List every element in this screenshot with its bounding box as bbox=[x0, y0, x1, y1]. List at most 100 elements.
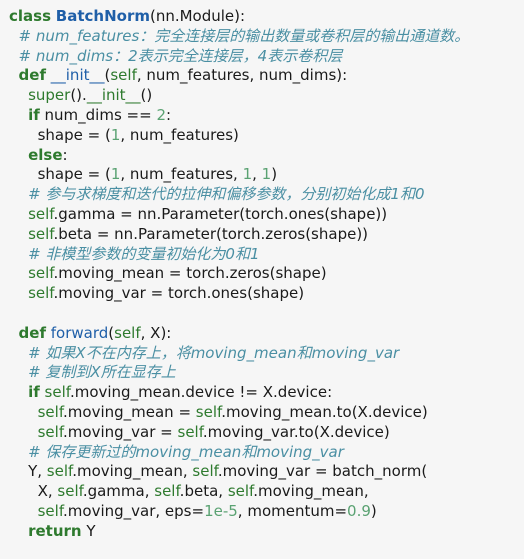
code-line: X, self.gamma, self.beta, self.moving_me… bbox=[0, 482, 524, 502]
code-line: if num_dims == 2: bbox=[0, 106, 524, 126]
code-builtin: self bbox=[57, 482, 83, 501]
code-text: .moving_mean.device != X.device: bbox=[69, 383, 333, 402]
code-line: self.moving_var, eps=1e-5, momentum=0.9) bbox=[0, 502, 524, 522]
code-text: .moving_mean = bbox=[63, 402, 196, 421]
code-text: .moving_var = torch.ones(shape) bbox=[53, 284, 305, 303]
code-line: self.moving_mean = torch.zeros(shape) bbox=[0, 264, 524, 284]
code-line: self.gamma = nn.Parameter(torch.ones(sha… bbox=[0, 205, 524, 225]
code-builtin: super bbox=[28, 86, 71, 105]
code-text: : bbox=[62, 145, 68, 164]
code-comment: # num_dims：2表示完全连接层，4表示卷积层 bbox=[18, 46, 343, 65]
code-line: else: bbox=[0, 146, 524, 166]
code-text: , momentum= bbox=[237, 501, 348, 520]
code-builtin: __init__ bbox=[86, 86, 141, 105]
code-text: , num_features, bbox=[120, 165, 243, 184]
code-comment: # 参与求梯度和迭代的拉伸和偏移参数，分别初始化成1和0 bbox=[28, 185, 425, 204]
code-line: shape = (1, num_features, 1, 1) bbox=[0, 165, 524, 185]
code-builtin: self bbox=[177, 422, 203, 441]
code-text: , num_features, num_dims): bbox=[136, 66, 348, 85]
code-builtin: self bbox=[192, 462, 218, 481]
code-builtin: self bbox=[28, 264, 54, 283]
code-builtin: self bbox=[44, 383, 70, 402]
code-text: num_dims == bbox=[39, 105, 157, 124]
code-text: , num_features) bbox=[120, 125, 239, 144]
code-text: .moving_mean = torch.zeros(shape) bbox=[53, 264, 327, 283]
code-line: # 参与求梯度和迭代的拉伸和偏移参数，分别初始化成1和0 bbox=[0, 185, 524, 205]
code-keyword: if bbox=[28, 383, 40, 402]
code-text: .moving_var = batch_norm( bbox=[217, 462, 428, 481]
code-number: 1 bbox=[110, 165, 121, 184]
code-builtin: self bbox=[28, 224, 54, 243]
code-text: (nn.Module): bbox=[149, 7, 246, 25]
code-keyword: class bbox=[9, 7, 52, 25]
code-builtin: self bbox=[110, 66, 137, 85]
code-keyword: return bbox=[28, 521, 82, 540]
code-builtin: self bbox=[28, 204, 54, 223]
code-text: , X): bbox=[140, 323, 172, 342]
code-text: .beta = nn.Parameter(torch.zeros(shape)) bbox=[53, 224, 369, 243]
code-text: ) bbox=[271, 165, 278, 184]
code-block: class BatchNorm(nn.Module): # num_featur… bbox=[0, 0, 524, 559]
code-builtin: self bbox=[227, 482, 254, 501]
code-text: .beta, bbox=[179, 482, 228, 501]
code-keyword: def bbox=[18, 66, 46, 85]
code-text: Y, bbox=[28, 462, 47, 481]
code-number: 1 bbox=[110, 125, 121, 144]
code-line: super().__init__() bbox=[0, 86, 524, 106]
code-text: .moving_mean.to(X.device) bbox=[221, 402, 428, 421]
code-function-name: forward bbox=[50, 323, 109, 342]
code-number: 1 bbox=[242, 165, 253, 184]
code-function-name: __init__ bbox=[50, 66, 105, 85]
code-text: .moving_var, eps= bbox=[63, 501, 205, 520]
code-line: shape = (1, num_features) bbox=[0, 126, 524, 146]
code-comment: # 复制到X所在显存上 bbox=[28, 363, 176, 382]
code-line: def __init__(self, num_features, num_dim… bbox=[0, 66, 524, 86]
code-builtin: self bbox=[46, 462, 73, 481]
code-comment: # 如果X不在内存上，将moving_mean和moving_var bbox=[28, 343, 400, 362]
code-keyword: def bbox=[18, 323, 46, 342]
code-builtin: self bbox=[37, 402, 64, 421]
code-comment: # 非模型参数的变量初始化为0和1 bbox=[28, 244, 260, 263]
code-builtin: self bbox=[114, 323, 141, 342]
code-number: 1 bbox=[261, 165, 272, 184]
code-text: .moving_var.to(X.device) bbox=[202, 422, 390, 441]
code-comment: # num_features：完全连接层的输出数量或卷积层的输出通道数。 bbox=[18, 26, 470, 45]
code-line: class BatchNorm(nn.Module): bbox=[0, 7, 524, 27]
code-text: X, bbox=[37, 482, 58, 501]
code-line: if self.moving_mean.device != X.device: bbox=[0, 383, 524, 403]
code-number: 2 bbox=[156, 105, 166, 124]
code-text: () bbox=[140, 86, 153, 105]
code-line: # 复制到X所在显存上 bbox=[0, 363, 524, 383]
code-number: 1e-5 bbox=[204, 501, 238, 520]
code-line: self.moving_var = self.moving_var.to(X.d… bbox=[0, 423, 524, 443]
code-line: return Y bbox=[0, 522, 524, 542]
code-keyword: else bbox=[28, 145, 63, 164]
code-text: .moving_mean, bbox=[253, 482, 369, 501]
code-line: # 如果X不在内存上，将moving_mean和moving_var bbox=[0, 344, 524, 364]
code-text: .moving_var = bbox=[63, 422, 178, 441]
code-class-name: BatchNorm bbox=[55, 7, 150, 25]
code-line: # num_features：完全连接层的输出数量或卷积层的输出通道数。 bbox=[0, 27, 524, 47]
code-line: def forward(self, X): bbox=[0, 324, 524, 344]
code-text: (). bbox=[70, 86, 87, 105]
code-builtin: self bbox=[195, 402, 222, 421]
code-text: : bbox=[165, 105, 172, 124]
code-text: .moving_mean, bbox=[72, 462, 193, 481]
code-text: shape = ( bbox=[37, 165, 111, 184]
code-number: 0.9 bbox=[347, 501, 371, 520]
code-comment: # 保存更新过的moving_mean和moving_var bbox=[28, 442, 344, 461]
code-line: self.beta = nn.Parameter(torch.zeros(sha… bbox=[0, 225, 524, 245]
code-keyword: if bbox=[28, 105, 40, 124]
code-line: self.moving_mean = self.moving_mean.to(X… bbox=[0, 403, 524, 423]
code-line: # 保存更新过的moving_mean和moving_var bbox=[0, 443, 524, 463]
code-builtin: self bbox=[154, 482, 180, 501]
code-text: .gamma = nn.Parameter(torch.ones(shape)) bbox=[53, 204, 388, 223]
code-text: shape = ( bbox=[37, 125, 111, 144]
code-line: # 非模型参数的变量初始化为0和1 bbox=[0, 245, 524, 265]
code-line: # num_dims：2表示完全连接层，4表示卷积层 bbox=[0, 47, 524, 67]
code-text: ) bbox=[370, 501, 377, 520]
code-line: self.moving_var = torch.ones(shape) bbox=[0, 284, 524, 304]
code-builtin: self bbox=[37, 422, 64, 441]
code-text: Y bbox=[81, 521, 96, 540]
